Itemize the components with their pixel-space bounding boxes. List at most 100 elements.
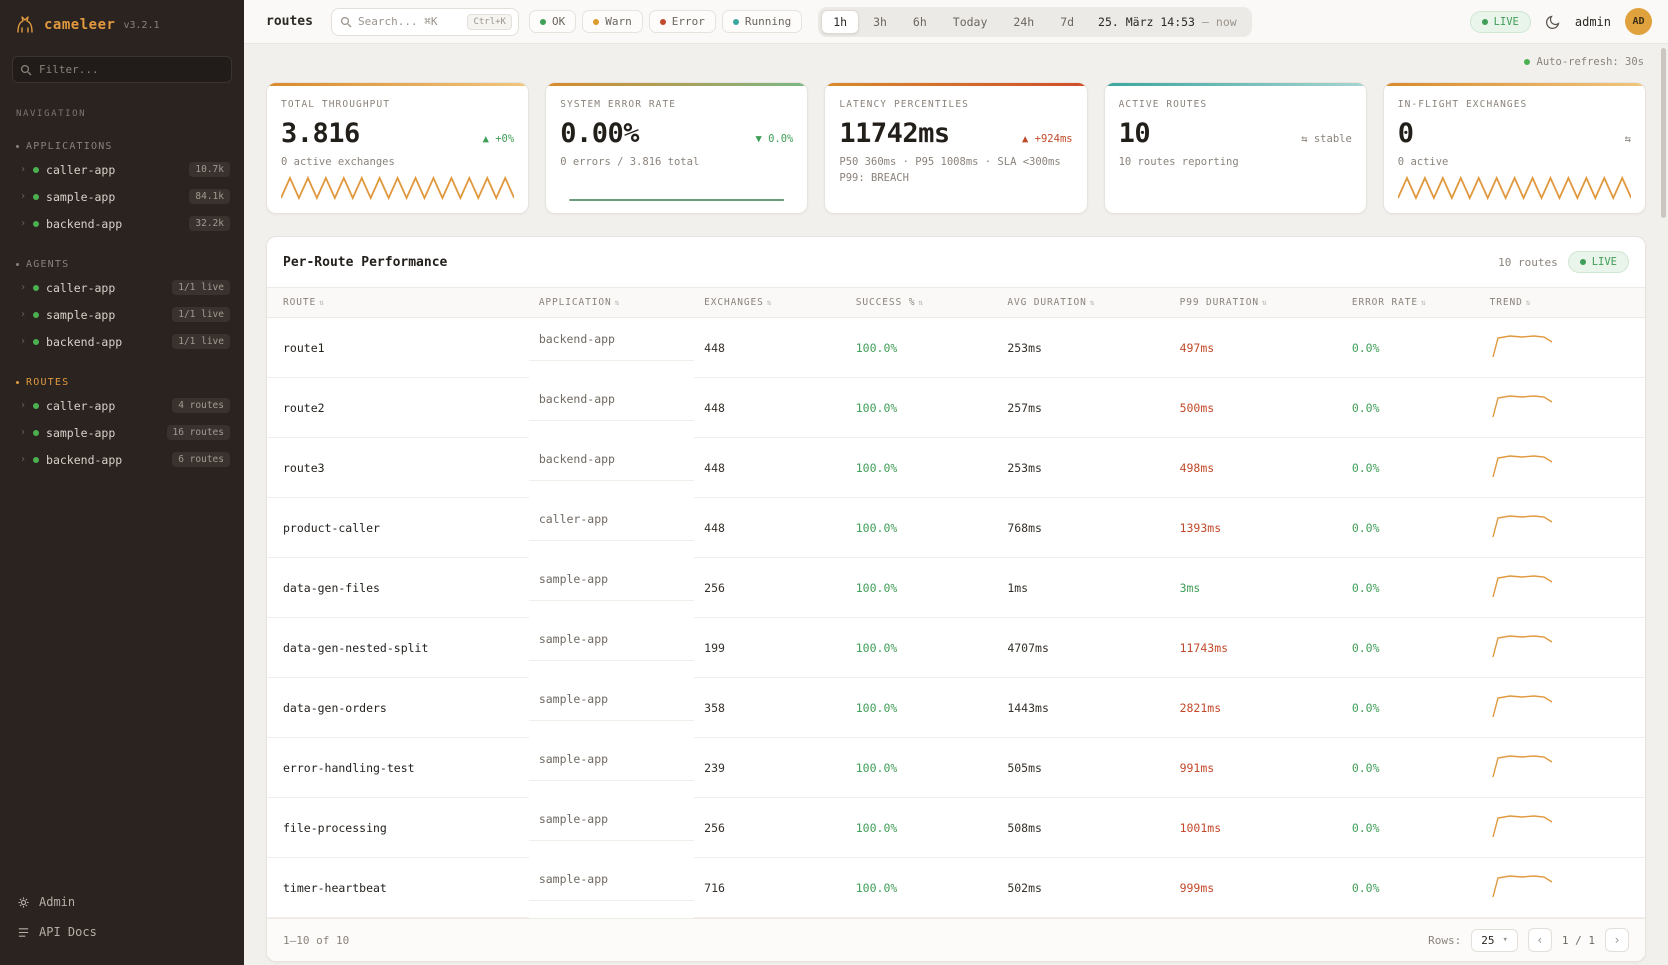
cell-success: 100.0%: [846, 858, 998, 918]
section-header[interactable]: AGENTS: [0, 255, 244, 274]
dark-mode-toggle[interactable]: [1545, 14, 1561, 30]
cell-p99: 1393ms: [1170, 498, 1342, 558]
status-filter-chip[interactable]: Running: [722, 10, 802, 33]
auto-refresh: Auto-refresh: 30s: [266, 44, 1646, 82]
sort-icon: ⇅: [1421, 298, 1427, 307]
table-row[interactable]: data-gen-orderssample-app358100.0%1443ms…: [267, 678, 1645, 738]
table-row[interactable]: error-handling-testsample-app239100.0%50…: [267, 738, 1645, 798]
time-range-button[interactable]: Today: [941, 10, 1000, 34]
time-range-button[interactable]: 3h: [861, 10, 899, 34]
sort-icon: ⇅: [1262, 298, 1268, 307]
sparkline-chart: [1398, 171, 1631, 205]
date-range[interactable]: 25. März 14:53 — now: [1086, 11, 1249, 33]
column-header[interactable]: ERROR RATE⇅: [1342, 288, 1480, 318]
time-range-button[interactable]: 1h: [821, 10, 859, 34]
date-start: 25. März 14:53: [1098, 15, 1195, 29]
status-filter-chip[interactable]: Warn: [582, 10, 643, 33]
status-dot-icon: [33, 167, 39, 173]
stat-value-row: 10 ⇆ stable: [1119, 118, 1352, 149]
sidebar-item[interactable]: › sample-app 16 routes: [0, 419, 244, 446]
section-dot-icon: [16, 381, 19, 384]
cell-avg: 1ms: [997, 558, 1169, 618]
nav-item-label: backend-app: [46, 453, 122, 467]
time-range-button[interactable]: 7d: [1048, 10, 1086, 34]
time-range-button[interactable]: 6h: [901, 10, 939, 34]
stat-delta: ⇆ stable: [1301, 133, 1352, 145]
cell-ex: 358: [694, 678, 846, 738]
table-row[interactable]: data-gen-nested-splitsample-app199100.0%…: [267, 618, 1645, 678]
cell-avg: 253ms: [997, 318, 1169, 378]
stat-label: LATENCY PERCENTILES: [839, 99, 1072, 110]
nav-item-label: caller-app: [46, 281, 115, 295]
filter-input[interactable]: [12, 56, 232, 83]
stat-label: ACTIVE ROUTES: [1119, 99, 1352, 110]
column-header[interactable]: SUCCESS %⇅: [846, 288, 998, 318]
cell-ex: 448: [694, 438, 846, 498]
column-header[interactable]: AVG DURATION⇅: [997, 288, 1169, 318]
table-row[interactable]: route1backend-app448100.0%253ms497ms0.0%: [267, 318, 1645, 378]
status-filter-chip[interactable]: Error: [649, 10, 716, 33]
cell-route: error-handling-test: [267, 738, 529, 798]
section-header[interactable]: APPLICATIONS: [0, 137, 244, 156]
stat-value: 0: [1398, 118, 1414, 149]
sidebar-item[interactable]: › caller-app 1/1 live: [0, 274, 244, 301]
stat-value-row: 0 ⇆: [1398, 118, 1631, 149]
cell-p99: 2821ms: [1170, 678, 1342, 738]
sidebar-item[interactable]: › sample-app 1/1 live: [0, 301, 244, 328]
column-header[interactable]: EXCHANGES⇅: [694, 288, 846, 318]
sidebar-item[interactable]: › caller-app 10.7k: [0, 156, 244, 183]
section-header[interactable]: ROUTES: [0, 373, 244, 392]
column-header[interactable]: ROUTE⇅: [267, 288, 529, 318]
moon-icon: [1545, 14, 1561, 30]
next-page-button[interactable]: ›: [1605, 928, 1629, 952]
rows-label: Rows:: [1428, 934, 1461, 947]
cell-ex: 716: [694, 858, 846, 918]
table-footer-right: Rows: 25 ▾ ‹ 1 / 1 ›: [1428, 928, 1629, 952]
table-row[interactable]: timer-heartbeatsample-app716100.0%502ms9…: [267, 858, 1645, 918]
topbar: routes Ctrl+K OK Warn Error Running 1h3h…: [244, 0, 1668, 44]
time-range-button[interactable]: 24h: [1001, 10, 1046, 34]
sidebar-item[interactable]: › backend-app 1/1 live: [0, 328, 244, 355]
cell-trend-sparkline: [1480, 438, 1645, 498]
status-dot-icon: [33, 403, 39, 409]
table-row[interactable]: file-processingsample-app256100.0%508ms1…: [267, 798, 1645, 858]
search-box: Ctrl+K: [331, 8, 519, 36]
cell-trend-sparkline: [1480, 558, 1645, 618]
sidebar-item[interactable]: › backend-app 6 routes: [0, 446, 244, 473]
cell-p99: 991ms: [1170, 738, 1342, 798]
scrollbar[interactable]: [1661, 48, 1666, 218]
rows-per-page-select[interactable]: 25 ▾: [1471, 929, 1518, 952]
cell-p99: 497ms: [1170, 318, 1342, 378]
live-toggle[interactable]: LIVE: [1470, 11, 1531, 33]
logo[interactable]: cameleer v3.2.1: [0, 0, 244, 48]
date-separator: —: [1202, 15, 1209, 29]
cell-app: backend-app: [529, 438, 694, 481]
sidebar-footer-link[interactable]: Admin: [0, 887, 244, 917]
panel-title: Per-Route Performance: [283, 255, 447, 270]
sidebar-item[interactable]: › caller-app 4 routes: [0, 392, 244, 419]
section-dot-icon: [16, 263, 19, 266]
table-row[interactable]: route3backend-app448100.0%253ms498ms0.0%: [267, 438, 1645, 498]
cell-trend-sparkline: [1480, 618, 1645, 678]
chip-label: Warn: [605, 15, 632, 28]
table-row[interactable]: data-gen-filessample-app256100.0%1ms3ms0…: [267, 558, 1645, 618]
prev-page-button[interactable]: ‹: [1528, 928, 1552, 952]
cell-success: 100.0%: [846, 498, 998, 558]
sidebar-item[interactable]: › backend-app 32.2k: [0, 210, 244, 237]
status-dot-icon: [733, 19, 739, 25]
sidebar-footer-link[interactable]: API Docs: [0, 917, 244, 947]
refresh-dot-icon: [1524, 59, 1530, 65]
status-filter-chip[interactable]: OK: [529, 10, 576, 33]
table-row[interactable]: product-callercaller-app448100.0%768ms13…: [267, 498, 1645, 558]
column-header[interactable]: APPLICATION⇅: [529, 288, 694, 318]
search-input[interactable]: [358, 15, 461, 28]
column-header[interactable]: P99 DURATION⇅: [1170, 288, 1342, 318]
stat-card: TOTAL THROUGHPUT 3.816 ▲ +0% 0 active ex…: [266, 82, 529, 214]
avatar[interactable]: AD: [1625, 8, 1652, 35]
sidebar-item[interactable]: › sample-app 84.1k: [0, 183, 244, 210]
section-items: › caller-app 4 routes › sample-app 16 ro…: [0, 392, 244, 473]
stat-value: 3.816: [281, 118, 360, 149]
column-header[interactable]: TREND⇅: [1480, 288, 1645, 318]
nav-item-label: sample-app: [46, 308, 115, 322]
table-row[interactable]: route2backend-app448100.0%257ms500ms0.0%: [267, 378, 1645, 438]
